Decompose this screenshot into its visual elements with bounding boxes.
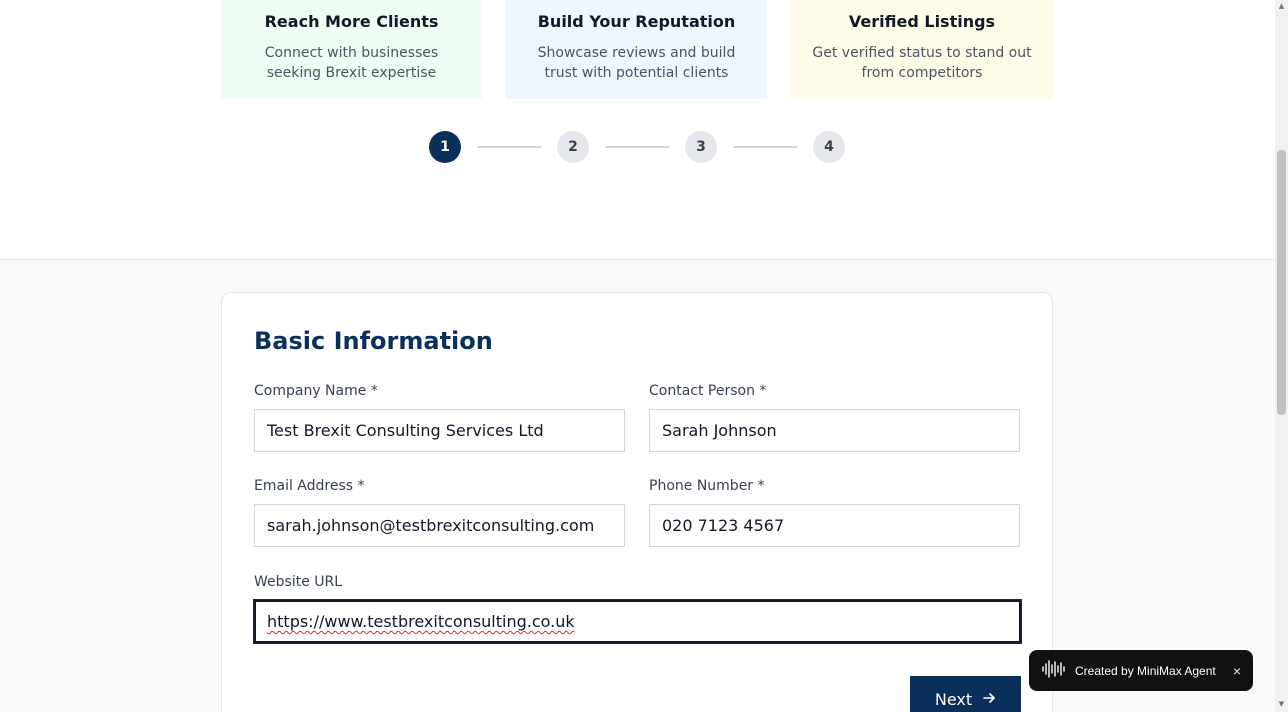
- feature-description: Connect with businesses seeking Brexit e…: [264, 45, 439, 81]
- next-button[interactable]: Next: [910, 676, 1021, 712]
- badge-label: Created by MiniMax Agent: [1075, 663, 1216, 678]
- step-3: 3: [685, 131, 717, 163]
- company-name-input[interactable]: [254, 409, 625, 452]
- feature-cards: Reach More Clients Connect with business…: [221, 0, 1053, 99]
- phone-label: Phone Number *: [649, 478, 765, 494]
- scrollbar-thumb[interactable]: [1277, 150, 1286, 415]
- minimax-agent-badge: Created by MiniMax Agent ×: [1029, 650, 1253, 691]
- basic-information-card: Basic Information Company Name * Contact…: [221, 292, 1053, 712]
- step-connector: [477, 146, 541, 148]
- hero-section: Reach More Clients Connect with business…: [0, 0, 1288, 260]
- feature-card-reputation: Build Your Reputation Showcase reviews a…: [506, 0, 767, 99]
- step-4: 4: [813, 131, 845, 163]
- audio-waveform-icon: [1041, 659, 1067, 683]
- feature-title: Build Your Reputation: [537, 12, 736, 31]
- step-connector: [605, 146, 669, 148]
- company-name-label: Company Name *: [254, 383, 378, 399]
- website-input[interactable]: https://www.testbrexitconsulting.co.uk: [254, 600, 1021, 643]
- form-title: Basic Information: [254, 327, 493, 355]
- email-input[interactable]: [254, 504, 625, 547]
- website-input-value: https://www.testbrexitconsulting.co.uk: [267, 612, 575, 631]
- step-connector: [733, 146, 797, 148]
- email-label: Email Address *: [254, 478, 365, 494]
- feature-card-verified: Verified Listings Get verified status to…: [791, 0, 1053, 99]
- close-icon[interactable]: ×: [1233, 663, 1241, 679]
- feature-description: Showcase reviews and build trust with po…: [537, 45, 736, 81]
- feature-title: Reach More Clients: [264, 12, 439, 31]
- feature-title: Verified Listings: [848, 12, 996, 31]
- scroll-up-icon[interactable]: ▲: [1277, 2, 1286, 10]
- phone-input[interactable]: [649, 504, 1020, 547]
- next-button-label: Next: [934, 689, 973, 709]
- step-1: 1: [429, 131, 461, 163]
- contact-person-label: Contact Person *: [649, 383, 767, 399]
- step-2: 2: [557, 131, 589, 163]
- progress-stepper: 1 2 3 4: [429, 131, 845, 163]
- page-scrollbar[interactable]: ▲ ▼: [1275, 0, 1288, 712]
- contact-person-input[interactable]: [649, 409, 1020, 452]
- arrow-right-icon: [982, 690, 996, 709]
- website-label: Website URL: [254, 574, 343, 590]
- feature-description: Get verified status to stand out from co…: [812, 45, 1032, 81]
- feature-card-reach: Reach More Clients Connect with business…: [221, 0, 482, 99]
- scroll-down-icon[interactable]: ▼: [1277, 700, 1286, 708]
